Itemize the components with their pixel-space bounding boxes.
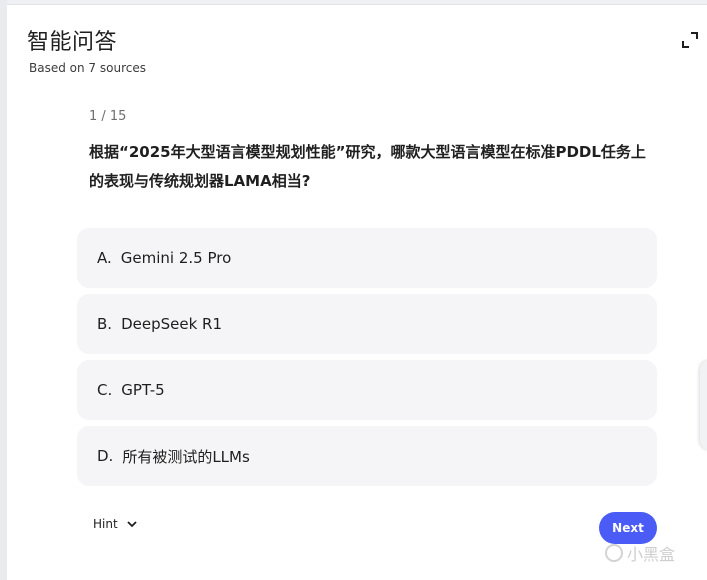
option-d[interactable]: D. 所有被测试的LLMs <box>77 426 657 486</box>
answer-options: A. Gemini 2.5 Pro B. DeepSeek R1 C. GPT-… <box>77 228 657 492</box>
option-c[interactable]: C. GPT-5 <box>77 360 657 420</box>
option-text: Gemini 2.5 Pro <box>120 249 232 267</box>
watermark-logo-icon <box>605 544 623 562</box>
side-panel-handle[interactable] <box>700 360 707 450</box>
chevron-down-icon <box>127 521 137 528</box>
expand-button[interactable] <box>680 30 700 50</box>
watermark-text: 小黑盒 <box>627 545 676 564</box>
sources-subtitle: Based on 7 sources <box>29 61 146 75</box>
question-counter: 1 / 15 <box>89 109 127 124</box>
question-text: 根据“2025年大型语言模型规划性能”研究，哪款大型语言模型在标准PDDL任务上… <box>89 143 646 190</box>
option-letter: C. <box>97 381 113 399</box>
option-letter: B. <box>97 315 113 333</box>
option-letter: D. <box>97 447 114 465</box>
option-text: 所有被测试的LLMs <box>122 447 250 466</box>
expand-icon <box>682 32 698 48</box>
top-divider <box>0 0 707 5</box>
next-button[interactable]: Next <box>599 512 657 544</box>
watermark: 小黑盒 <box>605 541 675 565</box>
option-b[interactable]: B. DeepSeek R1 <box>77 294 657 354</box>
option-text: GPT-5 <box>121 381 165 399</box>
page-title: 智能问答 <box>27 30 118 55</box>
option-a[interactable]: A. Gemini 2.5 Pro <box>77 228 657 288</box>
option-letter: A. <box>97 249 112 267</box>
hint-label: Hint <box>93 517 118 531</box>
option-text: DeepSeek R1 <box>121 315 222 333</box>
left-panel-edge <box>0 0 7 580</box>
hint-toggle[interactable]: Hint <box>93 517 138 531</box>
